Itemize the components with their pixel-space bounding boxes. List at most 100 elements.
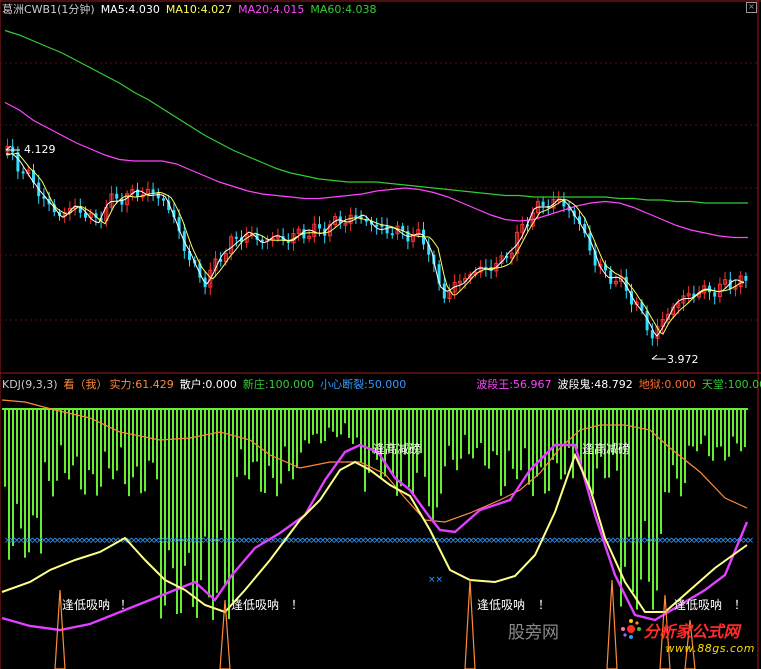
histogram-bar bbox=[496, 409, 498, 456]
histogram-bar bbox=[256, 409, 258, 462]
histogram-bar bbox=[204, 409, 206, 537]
histogram-bar bbox=[512, 409, 514, 469]
histogram-bar bbox=[436, 409, 438, 508]
histogram-bar bbox=[240, 409, 242, 450]
histogram-bar bbox=[112, 409, 114, 480]
histogram-bar bbox=[684, 409, 686, 484]
histogram-bar bbox=[308, 409, 310, 444]
histogram-bar bbox=[556, 409, 558, 464]
histogram-bar bbox=[228, 409, 230, 620]
histogram-bar bbox=[44, 409, 46, 463]
histogram-bar bbox=[736, 409, 738, 444]
bang-mark: ！ bbox=[538, 598, 551, 612]
kdj-panel-header: KDJ(9,3,3) 看（我） 实力:61.429 散户:0.000 新庄:100.00… bbox=[2, 378, 761, 392]
histogram-bar bbox=[488, 409, 490, 469]
histogram-bar bbox=[364, 409, 366, 492]
signal-spike bbox=[606, 579, 618, 669]
histogram-bar bbox=[476, 409, 478, 449]
histogram-bar bbox=[468, 409, 470, 455]
histogram-bar bbox=[696, 409, 698, 452]
histogram-bar bbox=[104, 409, 106, 452]
ma20-line bbox=[4, 101, 748, 239]
newdealer-value: 新庄:100.000 bbox=[242, 378, 315, 391]
histogram-bar bbox=[36, 409, 38, 518]
high-reduce-label: 逢高减磅 bbox=[582, 442, 631, 456]
site-logo: 分析家公式网 www.88gs.com bbox=[620, 618, 755, 655]
histogram-bar bbox=[136, 409, 138, 467]
histogram-bar bbox=[660, 409, 662, 534]
ma10-line bbox=[5, 152, 745, 335]
histogram-bar bbox=[144, 409, 146, 492]
histogram-bar bbox=[300, 409, 302, 453]
histogram-bar bbox=[428, 409, 430, 507]
histogram-bar bbox=[272, 409, 274, 478]
histogram-bar bbox=[508, 409, 510, 451]
histogram-bar bbox=[680, 409, 682, 497]
histogram-bar bbox=[640, 409, 642, 580]
histogram-bar bbox=[628, 409, 630, 537]
histogram-bar bbox=[480, 409, 482, 443]
histogram-bar bbox=[340, 409, 342, 435]
histogram-bar bbox=[504, 409, 506, 487]
price-panel-header: 葛洲CWB1(1分钟) MA5:4.030 MA10:4.027 MA20:4.015… bbox=[2, 3, 383, 17]
histogram-bar bbox=[632, 409, 634, 593]
histogram-bar bbox=[368, 409, 370, 473]
histogram-bar bbox=[596, 409, 598, 469]
histogram-bar bbox=[108, 409, 110, 469]
signal-spike bbox=[464, 579, 476, 669]
histogram-bar bbox=[176, 409, 178, 615]
chart-canvas[interactable]: ××××××××××××××××××××××××××××××××××××××××… bbox=[0, 0, 761, 669]
histogram-bar bbox=[68, 409, 70, 480]
histogram-bar bbox=[268, 409, 270, 466]
histogram-bar bbox=[676, 409, 678, 479]
histogram-bar bbox=[260, 409, 262, 492]
histogram-bar bbox=[288, 409, 290, 472]
histogram-bar bbox=[500, 409, 502, 496]
histogram-bar bbox=[464, 409, 466, 435]
ma60-line bbox=[4, 29, 748, 204]
histogram-bar bbox=[192, 409, 194, 607]
histogram-bar bbox=[200, 409, 202, 581]
retail-value: 散户:0.000 bbox=[179, 378, 237, 391]
candle-body bbox=[318, 224, 321, 229]
histogram-bar bbox=[360, 409, 362, 463]
close-icon[interactable]: × bbox=[746, 2, 757, 13]
histogram-bar bbox=[336, 409, 338, 438]
ma5-line bbox=[5, 152, 745, 337]
histogram-bar bbox=[516, 409, 518, 480]
candle-body bbox=[609, 270, 613, 284]
histogram-bar bbox=[48, 409, 50, 481]
ma10-value: MA10:4.027 bbox=[165, 3, 233, 16]
heaven-value: 天堂:100.000 bbox=[701, 378, 761, 391]
histogram-bar bbox=[164, 409, 166, 606]
histogram-bar bbox=[576, 409, 578, 449]
histogram-bar bbox=[168, 409, 170, 551]
low-absorb-label: 逢低吸呐 bbox=[477, 598, 526, 612]
caution-value: 小心断裂:50.000 bbox=[320, 378, 407, 391]
histogram-bar bbox=[532, 409, 534, 497]
histogram-bar bbox=[704, 409, 706, 436]
histogram-bar bbox=[208, 409, 210, 598]
histogram-bar bbox=[40, 409, 42, 554]
ma20-value: MA20:4.015 bbox=[238, 3, 305, 16]
histogram-bar bbox=[492, 409, 494, 452]
histogram-bar bbox=[4, 409, 6, 487]
histogram-bar bbox=[424, 409, 426, 477]
histogram-bar bbox=[148, 409, 150, 461]
strength-value: 实力:61.429 bbox=[109, 378, 174, 391]
histogram-bar bbox=[76, 409, 78, 457]
logo-url: www.88gs.com bbox=[665, 642, 755, 655]
histogram-bar bbox=[252, 409, 254, 463]
histogram-bar bbox=[236, 409, 238, 477]
histogram-bar bbox=[348, 409, 350, 438]
histogram-bar bbox=[672, 409, 674, 466]
histogram-bar bbox=[564, 409, 566, 475]
stock-title: 葛洲CWB1(1分钟) bbox=[2, 3, 95, 16]
low-marker bbox=[651, 354, 666, 360]
histogram-bar bbox=[728, 409, 730, 457]
histogram-bar bbox=[12, 409, 14, 546]
candle-body bbox=[16, 152, 20, 172]
stock-chart-window[interactable]: × × × × × × × × × × × × × × × × × × × × × × × × × × × × × × × × × × × × × × × ×… bbox=[0, 0, 761, 669]
histogram-bar bbox=[544, 409, 546, 494]
histogram-bar bbox=[552, 409, 554, 460]
